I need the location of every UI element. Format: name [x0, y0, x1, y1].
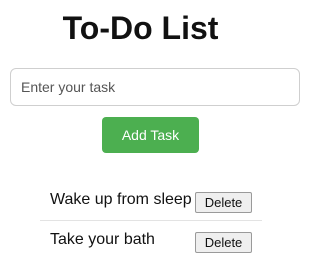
- task-list: Wake up from sleep Delete Take your bath…: [40, 185, 262, 261]
- task-item: Take your bath Delete: [40, 225, 262, 261]
- page-title: To-Do List: [62, 10, 219, 46]
- todo-page: To-Do List Add Task Wake up from sleep D…: [0, 0, 300, 263]
- delete-task-button[interactable]: Delete: [195, 192, 252, 213]
- task-text: Take your bath: [50, 231, 155, 248]
- task-text: Wake up from sleep: [50, 191, 192, 208]
- delete-task-button[interactable]: Delete: [195, 232, 252, 253]
- add-task-button[interactable]: Add Task: [102, 117, 199, 153]
- task-item: Wake up from sleep Delete: [40, 185, 262, 221]
- task-input[interactable]: [10, 68, 300, 106]
